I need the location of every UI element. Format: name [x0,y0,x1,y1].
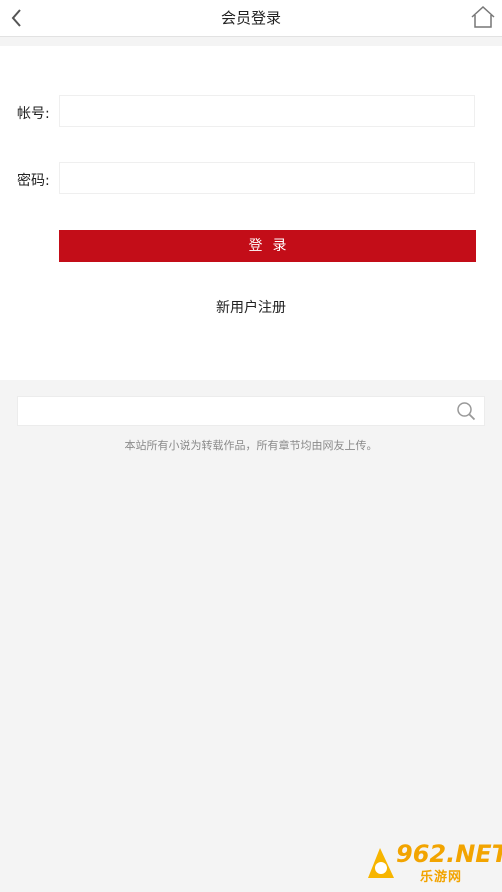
top-bar: 会员登录 [0,0,502,37]
home-icon[interactable] [470,4,496,30]
search-input[interactable] [18,397,464,425]
search-bar [17,396,485,426]
watermark-text: 962.NET [396,840,502,868]
watermark-subtext: 乐游网 [420,870,463,885]
watermark-badge-icon [368,848,394,878]
watermark-logo: 962.NET 乐游网 [364,840,502,886]
register-link[interactable]: 新用户注册 [0,297,502,317]
account-label: 帐号: [17,106,50,122]
search-icon[interactable] [456,401,476,421]
page-title: 会员登录 [220,9,281,27]
account-field[interactable] [59,95,475,127]
header-spacer [0,37,502,46]
login-button[interactable]: 登录 [59,230,476,262]
password-label: 密码: [17,173,50,189]
login-form: 帐号: 密码: 登录 新用户注册 [0,46,502,380]
site-notice: 本站所有小说为转载作品，所有章节均由网友上传。 [124,439,378,452]
password-field[interactable] [59,162,475,194]
